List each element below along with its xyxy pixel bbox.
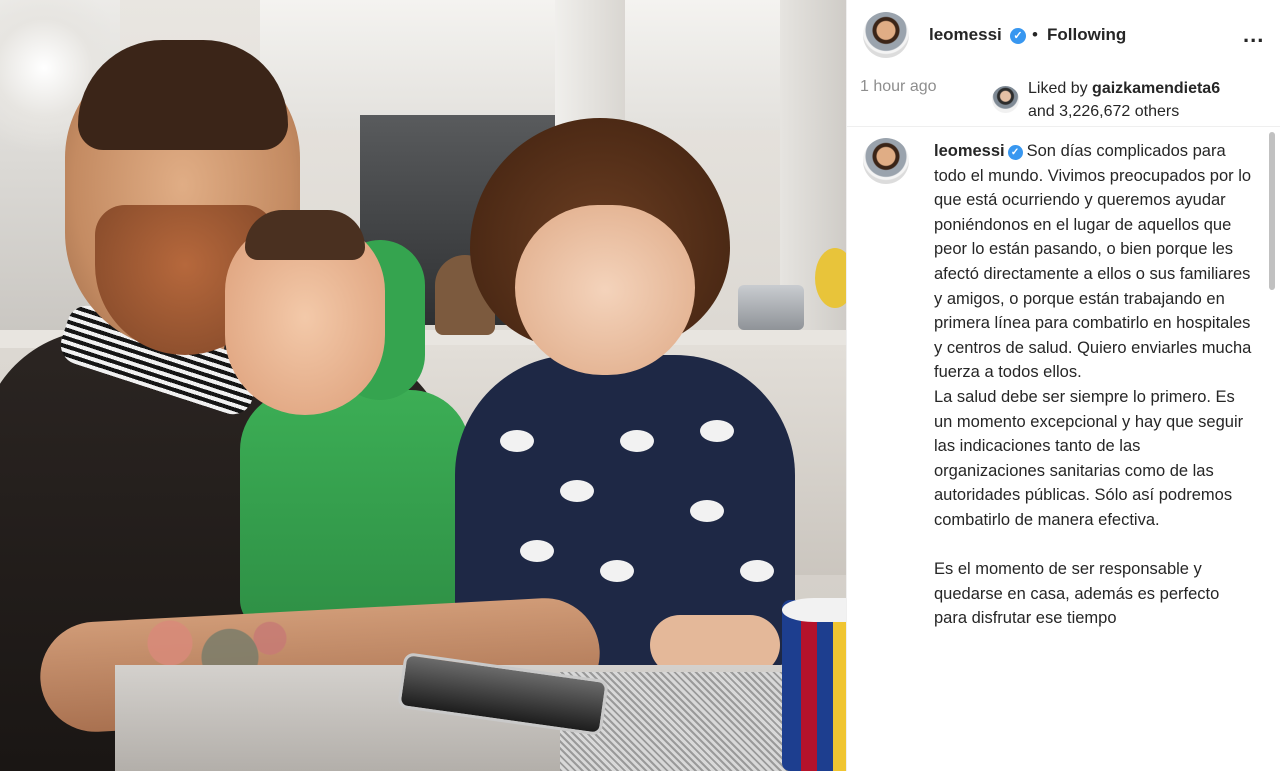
elephant-pattern	[600, 560, 634, 582]
photo-cup	[782, 600, 846, 771]
photo-child-green-body	[240, 390, 470, 630]
liker-avatar[interactable]	[992, 86, 1019, 113]
separator-dot: •	[1032, 25, 1038, 44]
photo-ceiling	[260, 0, 846, 130]
liked-user[interactable]: gaizkamendieta6	[1092, 80, 1220, 97]
more-options-icon[interactable]: ...	[1243, 24, 1264, 46]
post-header: leomessi ✓ • Following ...	[847, 0, 1280, 70]
photo-child-green-hair	[245, 210, 365, 260]
elephant-pattern	[520, 540, 554, 562]
scrollbar-thumb[interactable]	[1269, 132, 1275, 290]
elephant-pattern	[620, 430, 654, 452]
post-meta: 1 hour ago Liked by gaizkamendieta6 and …	[847, 72, 1280, 126]
photo-bowl	[738, 285, 804, 330]
following-button[interactable]: Following	[1047, 25, 1126, 45]
elephant-pattern	[690, 500, 724, 522]
caption-author-avatar[interactable]	[863, 138, 909, 184]
caption-username[interactable]: leomessi	[934, 142, 1005, 160]
divider	[847, 126, 1280, 127]
photo-child-curly-face	[515, 205, 695, 375]
elephant-pattern	[500, 430, 534, 452]
post-sidebar: leomessi ✓ • Following ... 1 hour ago Li…	[846, 0, 1280, 771]
post-timestamp[interactable]: 1 hour ago	[860, 78, 937, 96]
photo-cup-rim	[782, 598, 846, 622]
liked-prefix: Liked by	[1028, 80, 1088, 97]
elephant-pattern	[700, 420, 734, 442]
likes-summary[interactable]: Liked by gaizkamendieta6 and 3,226,672 o…	[1028, 77, 1220, 123]
caption-scrollbar[interactable]	[1267, 128, 1277, 771]
liked-suffix[interactable]: and 3,226,672 others	[1028, 103, 1179, 120]
post-photo[interactable]	[0, 0, 846, 771]
elephant-pattern	[740, 560, 774, 582]
caption-body: leomessi ✓ Son días complicados para todo …	[934, 139, 1254, 631]
author-avatar[interactable]	[863, 12, 909, 58]
elephant-pattern	[560, 480, 594, 502]
verified-badge-icon: ✓	[1010, 28, 1026, 44]
author-username[interactable]: leomessi	[929, 25, 1002, 45]
caption-comment: leomessi ✓ Son días complicados para todo …	[847, 128, 1280, 771]
caption-text: Son días complicados para todo el mundo.…	[934, 142, 1252, 628]
verified-badge-icon: ✓	[1007, 145, 1023, 160]
